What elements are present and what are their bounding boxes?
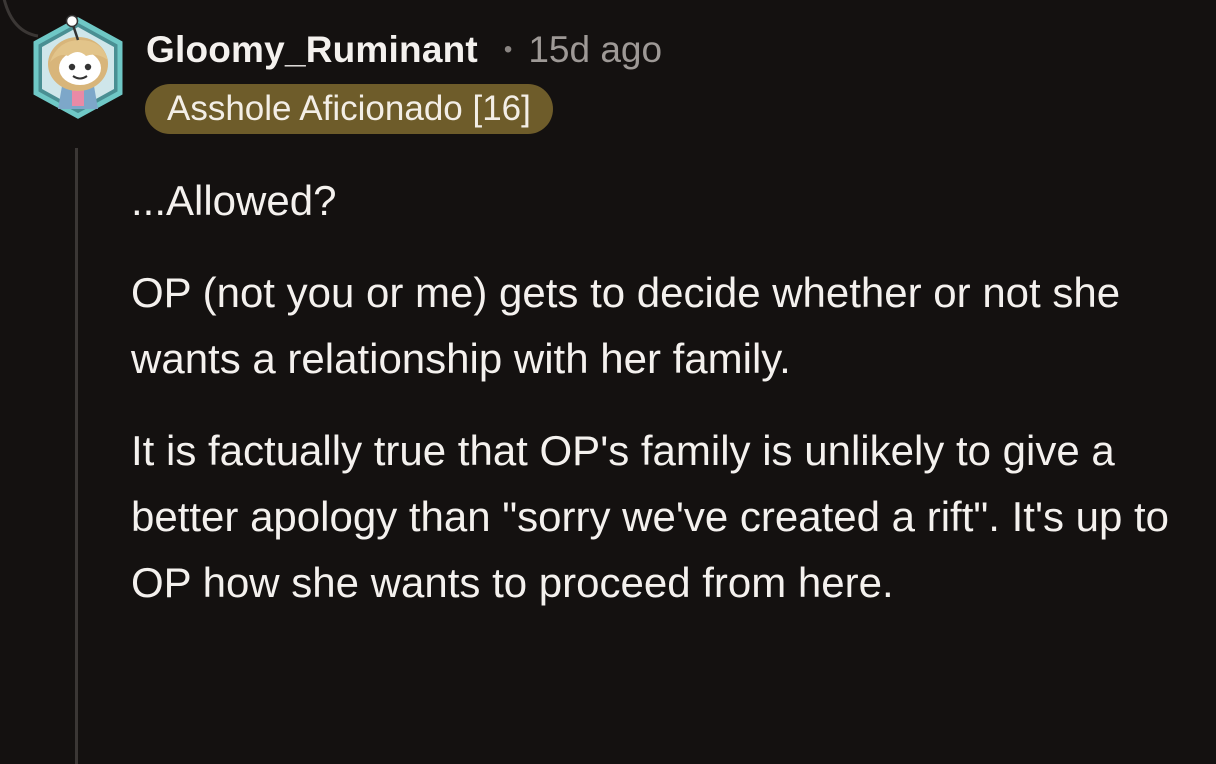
user-flair: Asshole Aficionado [16]	[145, 84, 553, 134]
comment-header: Gloomy_Ruminant • 15d ago	[146, 26, 662, 74]
thread-line[interactable]	[75, 148, 78, 764]
comment-body: ...Allowed? OP (not you or me) gets to d…	[131, 168, 1191, 642]
snoo-avatar-icon	[33, 14, 123, 119]
username-link[interactable]: Gloomy_Ruminant	[146, 29, 478, 71]
meta-separator: •	[503, 36, 513, 63]
comment-paragraph: ...Allowed?	[131, 177, 337, 224]
comment-paragraph: OP (not you or me) gets to decide whethe…	[131, 269, 1121, 382]
user-avatar[interactable]	[28, 12, 128, 124]
comment-timestamp[interactable]: 15d ago	[528, 29, 662, 71]
comment-paragraph: It is factually true that OP's family is…	[131, 427, 1170, 606]
